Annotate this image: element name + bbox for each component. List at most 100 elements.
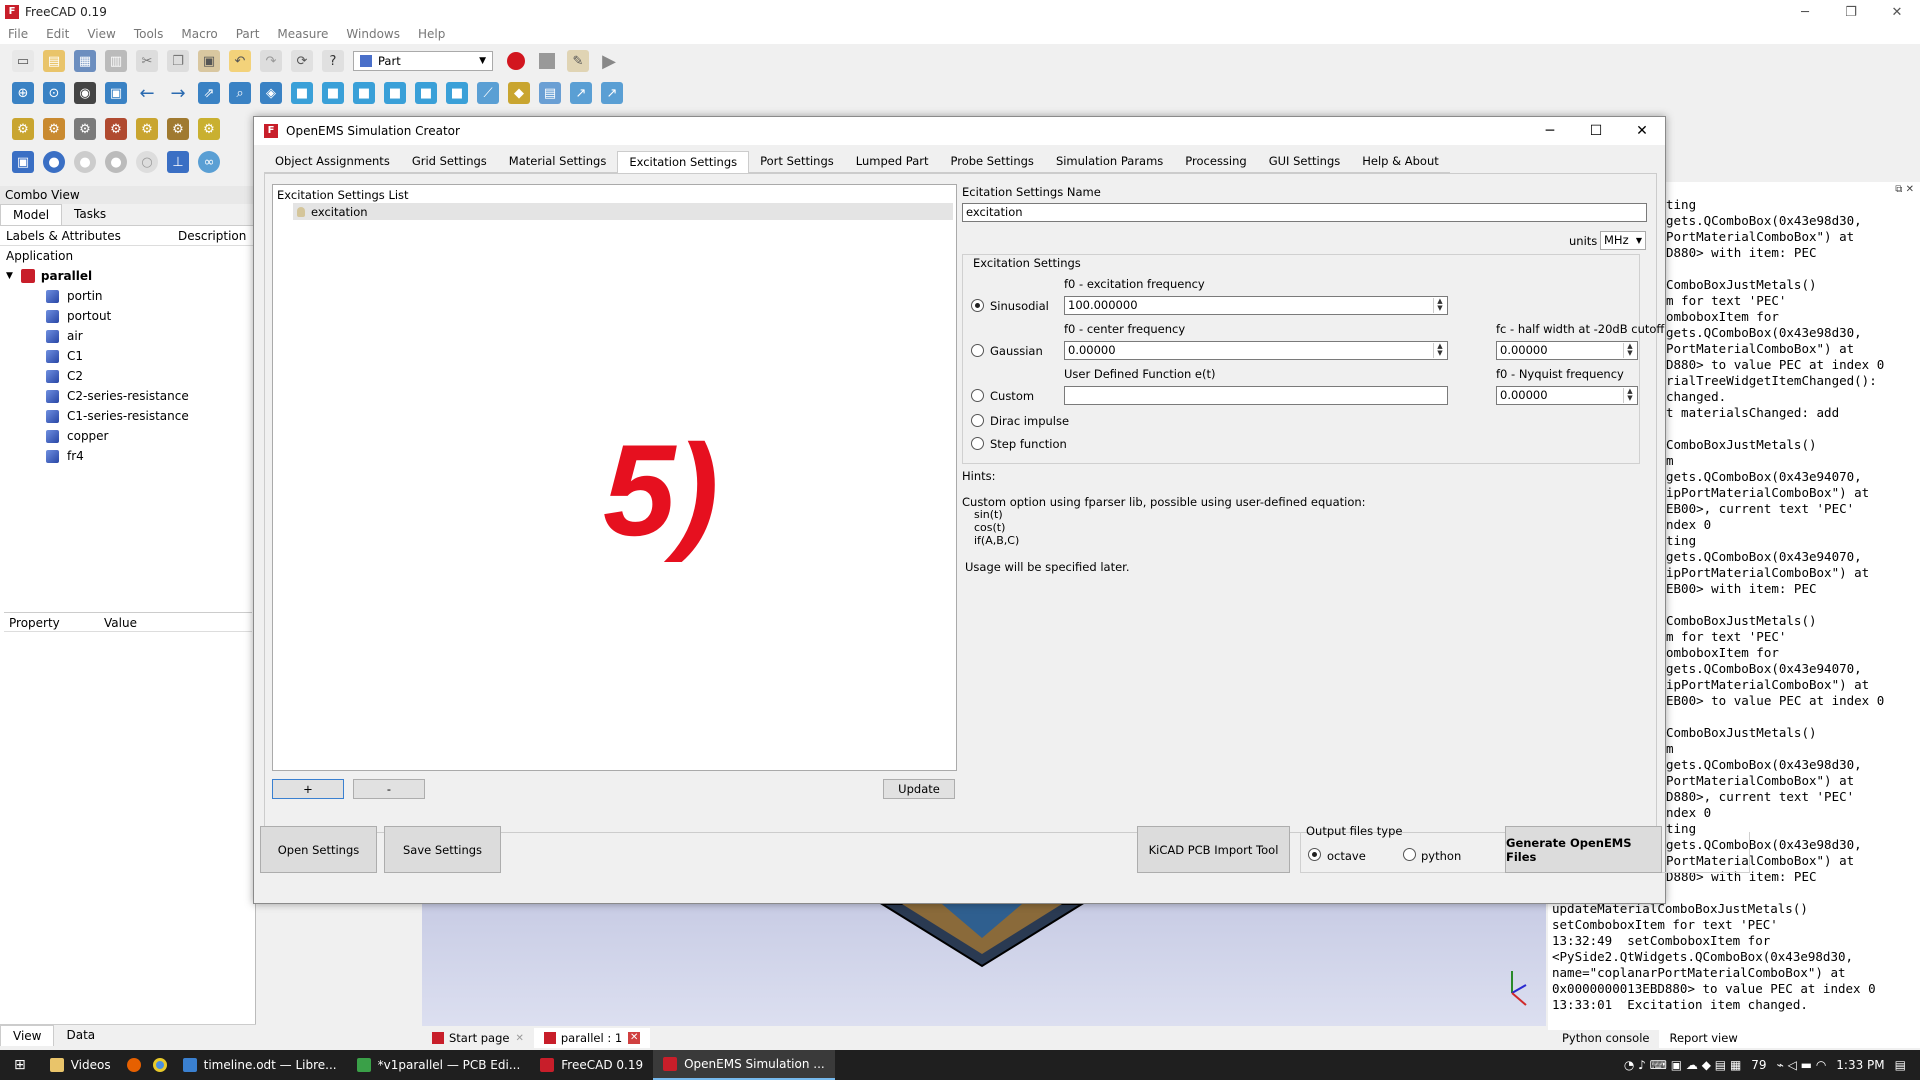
compound-icon[interactable]: ∞ [198, 151, 220, 173]
undo-icon[interactable]: ↶ [229, 50, 251, 72]
link-navigate-icon[interactable]: ⇗ [198, 82, 220, 104]
boolean-icon[interactable]: ● [43, 151, 65, 173]
chrome-icon[interactable] [147, 1050, 173, 1080]
fit-selection-icon[interactable]: ⊙ [43, 82, 65, 104]
clock[interactable]: 1:33 PM [1836, 1058, 1884, 1072]
spin-arrows-icon[interactable]: ▲ ▼ [1623, 343, 1636, 358]
front-view-icon[interactable]: ■ [291, 82, 313, 104]
whats-this-icon[interactable]: ? [322, 50, 344, 72]
stop-macro-icon[interactable] [536, 50, 558, 72]
remove-button[interactable]: - [353, 779, 425, 799]
doc-tab-start-page[interactable]: Start page ✕ [422, 1031, 534, 1045]
menu-measure[interactable]: Measure [277, 27, 328, 41]
tab-model[interactable]: Model [0, 204, 63, 225]
tree-item[interactable]: copper [0, 426, 255, 446]
tab-object-assignments[interactable]: Object Assignments [264, 151, 401, 173]
center-freq-spinbox[interactable]: 0.00000 ▲ ▼ [1064, 341, 1448, 360]
kicad-import-button[interactable]: KiCAD PCB Import Tool [1137, 826, 1290, 873]
rear-view-icon[interactable]: ■ [384, 82, 406, 104]
tree-expand-icon[interactable]: ▼ [6, 266, 13, 286]
paste-icon[interactable]: ▣ [198, 50, 220, 72]
open-settings-button[interactable]: Open Settings [260, 826, 377, 873]
menu-windows[interactable]: Windows [346, 27, 400, 41]
firefox-icon[interactable] [121, 1050, 147, 1080]
tray-icons[interactable]: ◔ ♪ ⌨ ▣ ☁ ◆ ▤ ▦ [1624, 1058, 1741, 1072]
workbench-selector[interactable]: Part ▼ [353, 51, 493, 71]
macro-tool-3-icon[interactable]: ⚙ [74, 118, 96, 140]
tree-item[interactable]: C2-series-resistance [0, 386, 255, 406]
part-primitives-icon[interactable]: ▣ [12, 151, 34, 173]
tree-item[interactable]: C1-series-resistance [0, 406, 255, 426]
taskbar-item-pcb-editor[interactable]: *v1parallel — PCB Edi... [347, 1050, 531, 1080]
close-icon[interactable]: ✕ [628, 1032, 641, 1044]
isometric-view-icon[interactable]: ◈ [260, 82, 282, 104]
macro-tool-7-icon[interactable]: ⚙ [198, 118, 220, 140]
sinusoidal-radio[interactable] [971, 299, 984, 312]
tab-tasks[interactable]: Tasks [62, 204, 118, 225]
macro-tool-2-icon[interactable]: ⚙ [43, 118, 65, 140]
bottom-view-icon[interactable]: ■ [415, 82, 437, 104]
tab-lumped-part[interactable]: Lumped Part [844, 151, 940, 173]
menu-part[interactable]: Part [236, 27, 260, 41]
tree-item[interactable]: C1 [0, 346, 255, 366]
record-macro-icon[interactable] [505, 50, 527, 72]
menu-tools[interactable]: Tools [134, 27, 164, 41]
list-item[interactable]: excitation [293, 203, 953, 220]
3d-view[interactable] [422, 898, 1546, 1026]
link-actions-icon[interactable]: ↗ [601, 82, 623, 104]
custom-radio[interactable] [971, 389, 984, 402]
back-icon[interactable]: ← [136, 82, 158, 104]
notifications-icon[interactable]: ▤ [1895, 1058, 1906, 1072]
close-icon[interactable]: ✕ [515, 1033, 523, 1044]
cut-icon[interactable]: ✂ [136, 50, 158, 72]
macro-tool-1-icon[interactable]: ⚙ [12, 118, 34, 140]
tree-item[interactable]: air [0, 326, 255, 346]
generate-openems-button[interactable]: Generate OpenEMS Files [1505, 826, 1662, 873]
open-folder-icon[interactable]: ▤ [43, 50, 65, 72]
add-button[interactable]: + [272, 779, 344, 799]
panel-float-close-icons[interactable]: ⧉ ✕ [1895, 184, 1914, 195]
tab-material-settings[interactable]: Material Settings [497, 151, 618, 173]
tree-item[interactable]: portout [0, 306, 255, 326]
settings-name-input[interactable]: excitation [962, 203, 1647, 222]
fuse-icon[interactable]: ● [105, 151, 127, 173]
octave-radio[interactable] [1308, 848, 1321, 861]
menu-help[interactable]: Help [418, 27, 445, 41]
menu-edit[interactable]: Edit [46, 27, 69, 41]
maximize-icon[interactable]: ☐ [1573, 117, 1619, 145]
spin-arrows-icon[interactable]: ▲ ▼ [1433, 298, 1446, 313]
join-features-icon[interactable]: ⊥ [167, 151, 189, 173]
forward-icon[interactable]: → [167, 82, 189, 104]
halfwidth-spinbox[interactable]: 0.00000 ▲ ▼ [1496, 341, 1638, 360]
tray-status-icons[interactable]: ⌁ ◁ ▬ ◠ [1777, 1058, 1827, 1072]
doc-tab-parallel[interactable]: parallel : 1 ✕ [533, 1028, 651, 1048]
tab-gui-settings[interactable]: GUI Settings [1257, 151, 1352, 173]
minimize-icon[interactable]: ─ [1782, 0, 1828, 24]
draw-style-icon[interactable]: ◉ [74, 82, 96, 104]
spin-arrows-icon[interactable]: ▲ ▼ [1623, 388, 1636, 403]
refresh-icon[interactable]: ⟳ [291, 50, 313, 72]
tree-item[interactable]: C2 [0, 366, 255, 386]
save-icon[interactable]: ▦ [74, 50, 96, 72]
taskbar-item-freecad[interactable]: FreeCAD 0.19 [530, 1050, 653, 1080]
tree-item[interactable]: portin [0, 286, 255, 306]
make-link-icon[interactable]: ↗ [570, 82, 592, 104]
edit-macro-icon[interactable]: ✎ [567, 50, 589, 72]
tab-processing[interactable]: Processing [1174, 151, 1258, 173]
menu-file[interactable]: File [8, 27, 28, 41]
common-icon[interactable]: ○ [136, 151, 158, 173]
tab-excitation-settings[interactable]: Excitation Settings [617, 151, 750, 173]
new-file-icon[interactable]: ▭ [12, 50, 34, 72]
taskbar-item-libreoffice[interactable]: timeline.odt — Libre... [173, 1050, 347, 1080]
taskbar-item-openems[interactable]: OpenEMS Simulation ... [653, 1050, 835, 1080]
run-macro-icon[interactable]: ▶ [598, 50, 620, 72]
tab-probe-settings[interactable]: Probe Settings [939, 151, 1045, 173]
spin-arrows-icon[interactable]: ▲ ▼ [1433, 343, 1446, 358]
menu-view[interactable]: View [87, 27, 115, 41]
right-view-icon[interactable]: ■ [353, 82, 375, 104]
tab-simulation-params[interactable]: Simulation Params [1044, 151, 1175, 173]
user-function-input[interactable] [1064, 386, 1448, 405]
create-part-icon[interactable]: ◆ [508, 82, 530, 104]
tree-root-row[interactable]: ▼ parallel [0, 266, 255, 286]
fit-all-icon[interactable]: ⊕ [12, 82, 34, 104]
